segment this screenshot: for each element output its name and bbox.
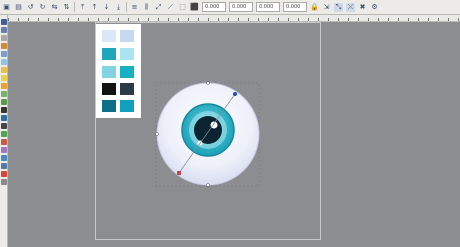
transform-icon[interactable]: ⤢ — [154, 3, 163, 12]
tool-controls-bar: ▣ ▤ ↺ ↻ ⇆ ⇅ ⤒ ↑ ↓ ⤓ ≡ ⫼ ⤢ ⟋ ⬚ ⬛ 0.000 0.… — [0, 0, 460, 15]
selector-tool-icon[interactable] — [0, 19, 7, 25]
toolbar-separator — [74, 2, 75, 12]
eye-illustration[interactable] — [9, 22, 460, 247]
box3d-tool-icon[interactable] — [0, 67, 7, 73]
dropper-tool-icon[interactable] — [0, 171, 7, 177]
star-tool-icon[interactable] — [0, 83, 7, 89]
distribute-icon[interactable]: ⫼ — [142, 3, 151, 12]
mesh-tool-icon[interactable] — [0, 163, 7, 169]
w-field[interactable]: 0.000 — [256, 2, 280, 12]
ungroup-icon[interactable]: ⬛ — [190, 3, 199, 12]
rotate-cw-icon[interactable]: ↻ — [38, 3, 47, 12]
move-pattern-icon[interactable]: ✖ — [358, 3, 367, 12]
scale-corners-icon[interactable]: ⤡ — [334, 2, 343, 12]
lock-icon[interactable]: 🔒 — [310, 3, 319, 12]
select-same-icon[interactable]: ▤ — [14, 3, 23, 12]
tweak-tool-icon[interactable] — [0, 35, 7, 41]
x-field[interactable]: 0.000 — [202, 2, 226, 12]
group-icon[interactable]: ⬚ — [178, 3, 187, 12]
circle-tool-icon[interactable] — [0, 75, 7, 81]
zoom-tool-icon[interactable] — [0, 43, 7, 49]
h-field[interactable]: 0.000 — [283, 2, 307, 12]
gradient-start-handle[interactable] — [177, 171, 181, 175]
text-tool-icon[interactable] — [0, 123, 7, 129]
node-icon[interactable]: ⟋ — [166, 3, 175, 12]
node-tool-icon[interactable] — [0, 27, 7, 33]
lower-bottom-icon[interactable]: ⤓ — [114, 3, 123, 12]
rect-tool-icon[interactable] — [0, 59, 7, 65]
raise-top-icon[interactable]: ⤒ — [78, 3, 87, 12]
node-handle[interactable] — [155, 132, 159, 136]
pencil-tool-icon[interactable] — [0, 99, 7, 105]
eraser-tool-icon[interactable] — [0, 139, 7, 145]
pen-tool-icon[interactable] — [0, 107, 7, 113]
align-icon[interactable]: ≡ — [130, 3, 139, 12]
connector-tool-icon[interactable] — [0, 179, 7, 185]
calligraphy-tool-icon[interactable] — [0, 115, 7, 121]
raise-icon[interactable]: ↑ — [90, 3, 99, 12]
flip-v-icon[interactable]: ⇅ — [62, 3, 71, 12]
spray-tool-icon[interactable] — [0, 131, 7, 137]
spiral-tool-icon[interactable] — [0, 91, 7, 97]
scale-stroke-icon[interactable]: ⇲ — [322, 3, 331, 12]
node-handle[interactable] — [206, 81, 210, 85]
gradient-tool-icon[interactable] — [0, 155, 7, 161]
toolbar-separator — [126, 2, 127, 12]
drawing-canvas[interactable] — [9, 22, 460, 247]
y-field[interactable]: 0.000 — [229, 2, 253, 12]
bucket-tool-icon[interactable] — [0, 147, 7, 153]
pupil[interactable] — [194, 116, 222, 144]
toolbox — [0, 15, 8, 247]
horizontal-ruler — [8, 15, 460, 22]
move-gradient-icon[interactable]: ⤫ — [346, 2, 355, 12]
gradient-end-handle[interactable] — [233, 92, 237, 96]
measure-tool-icon[interactable] — [0, 51, 7, 57]
node-handle[interactable] — [206, 183, 210, 187]
flip-h-icon[interactable]: ⇆ — [50, 3, 59, 12]
transform-pattern-icon[interactable]: ⚙ — [370, 3, 379, 12]
rotate-ccw-icon[interactable]: ↺ — [26, 3, 35, 12]
select-all-icon[interactable]: ▣ — [2, 3, 11, 12]
lower-icon[interactable]: ↓ — [102, 3, 111, 12]
